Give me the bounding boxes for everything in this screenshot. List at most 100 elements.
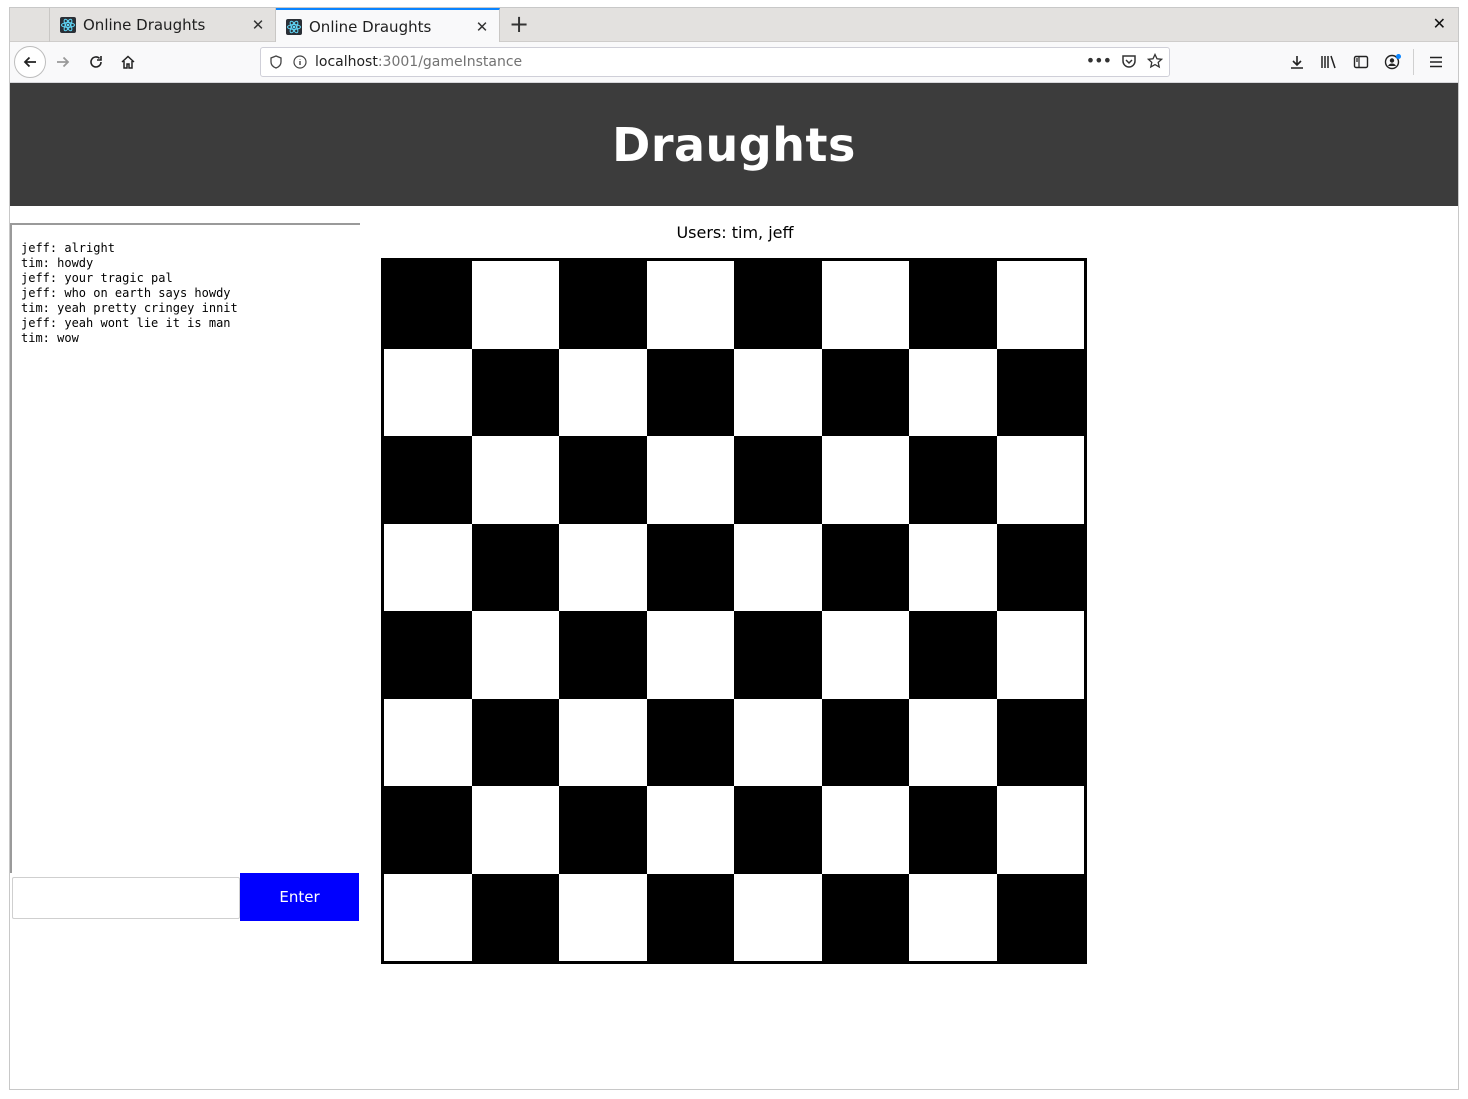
forward-arrow-icon[interactable] [49, 48, 77, 76]
board-square[interactable] [909, 348, 997, 436]
bookmark-star-icon[interactable] [1147, 52, 1163, 69]
url-host: localhost [315, 54, 378, 70]
chat-message-input[interactable] [12, 877, 240, 919]
sidebar-icon[interactable] [1347, 48, 1375, 76]
board-square[interactable] [646, 523, 734, 611]
board-square[interactable] [996, 611, 1084, 699]
board-square[interactable] [996, 523, 1084, 611]
chat-message: jeff: your tragic pal [21, 271, 173, 285]
board-square[interactable] [471, 786, 559, 874]
board-square[interactable] [559, 436, 647, 524]
board-square[interactable] [646, 436, 734, 524]
url-path: :3001/gameInstance [377, 54, 523, 70]
board-square[interactable] [821, 523, 909, 611]
board-square[interactable] [821, 786, 909, 874]
toolbar-separator [1413, 49, 1414, 75]
account-icon[interactable] [1379, 48, 1407, 76]
board-square[interactable] [909, 523, 997, 611]
pocket-icon[interactable] [1121, 53, 1137, 69]
board-square[interactable] [996, 436, 1084, 524]
page-title: Draughts [612, 117, 856, 172]
board-square[interactable] [559, 698, 647, 786]
board-square[interactable] [471, 873, 559, 961]
board-square[interactable] [821, 436, 909, 524]
board-square[interactable] [471, 436, 559, 524]
board-square[interactable] [559, 348, 647, 436]
board-square[interactable] [646, 261, 734, 349]
board-square[interactable] [384, 873, 472, 961]
board-square[interactable] [559, 611, 647, 699]
board-square[interactable] [646, 786, 734, 874]
board-square[interactable] [996, 786, 1084, 874]
board-square[interactable] [384, 436, 472, 524]
new-tab-plus-icon[interactable]: + [506, 11, 532, 37]
board-square[interactable] [559, 873, 647, 961]
browser-window: Online Draughts ✕ Online Draughts ✕ + ✕ [9, 7, 1459, 1090]
board-square[interactable] [909, 436, 997, 524]
board-square[interactable] [734, 436, 822, 524]
tracking-shield-icon[interactable] [269, 55, 283, 69]
downloads-icon[interactable] [1283, 48, 1311, 76]
board-square[interactable] [734, 873, 822, 961]
library-icon[interactable] [1315, 48, 1343, 76]
close-tab-icon[interactable]: ✕ [247, 16, 269, 34]
board-square[interactable] [734, 523, 822, 611]
board-square[interactable] [471, 698, 559, 786]
board-square[interactable] [559, 261, 647, 349]
board-square[interactable] [996, 348, 1084, 436]
board-square[interactable] [996, 261, 1084, 349]
draughts-board[interactable] [381, 258, 1087, 964]
board-square[interactable] [909, 611, 997, 699]
chat-message: tim: yeah pretty cringey innit [21, 301, 238, 315]
tab-online-draughts-1[interactable]: Online Draughts ✕ [50, 8, 276, 42]
chat-message: jeff: alright [21, 241, 115, 255]
home-icon[interactable] [114, 48, 142, 76]
board-square[interactable] [559, 786, 647, 874]
page-actions-icon[interactable]: ••• [1086, 51, 1112, 70]
board-square[interactable] [471, 523, 559, 611]
close-tab-icon[interactable]: ✕ [471, 18, 493, 36]
enter-button[interactable]: Enter [240, 873, 359, 921]
board-square[interactable] [996, 873, 1084, 961]
board-square[interactable] [384, 261, 472, 349]
react-icon [286, 18, 302, 35]
board-square[interactable] [646, 698, 734, 786]
site-info-icon[interactable] [293, 55, 307, 69]
board-square[interactable] [821, 698, 909, 786]
reload-icon[interactable] [82, 48, 110, 76]
board-square[interactable] [996, 698, 1084, 786]
board-square[interactable] [646, 611, 734, 699]
address-bar[interactable]: localhost:3001/gameInstance ••• [260, 47, 1170, 77]
board-square[interactable] [471, 611, 559, 699]
board-square[interactable] [909, 786, 997, 874]
board-square[interactable] [384, 698, 472, 786]
board-square[interactable] [909, 873, 997, 961]
board-square[interactable] [909, 261, 997, 349]
hamburger-menu-icon[interactable] [1422, 48, 1450, 76]
board-square[interactable] [559, 523, 647, 611]
board-square[interactable] [821, 611, 909, 699]
board-square[interactable] [734, 261, 822, 349]
board-square[interactable] [384, 786, 472, 874]
board-square[interactable] [734, 348, 822, 436]
board-square[interactable] [384, 348, 472, 436]
board-square[interactable] [909, 698, 997, 786]
page-header: Draughts [10, 83, 1458, 206]
page-content: Draughts jeff: alright tim: howdy jeff: yo… [10, 83, 1458, 1089]
board-square[interactable] [646, 348, 734, 436]
board-square[interactable] [646, 873, 734, 961]
board-square[interactable] [471, 261, 559, 349]
board-square[interactable] [821, 873, 909, 961]
board-square[interactable] [734, 611, 822, 699]
back-arrow-icon[interactable] [14, 46, 46, 78]
chat-log: jeff: alright tim: howdy jeff: your tragic… [21, 241, 360, 346]
board-square[interactable] [821, 348, 909, 436]
tab-online-draughts-2[interactable]: Online Draughts ✕ [276, 8, 500, 43]
board-square[interactable] [471, 348, 559, 436]
board-square[interactable] [734, 786, 822, 874]
board-square[interactable] [734, 698, 822, 786]
board-square[interactable] [821, 261, 909, 349]
board-square[interactable] [384, 523, 472, 611]
window-close-icon[interactable]: ✕ [1433, 14, 1446, 33]
board-square[interactable] [384, 611, 472, 699]
